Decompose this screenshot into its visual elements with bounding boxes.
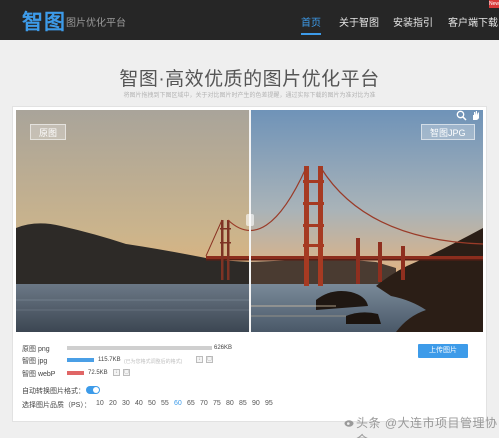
quality-option[interactable]: 70 [200, 400, 208, 407]
download-jpg-icon[interactable]: ↓ [196, 356, 203, 363]
quality-option[interactable]: 30 [122, 400, 130, 407]
download-webp-icon[interactable]: ↓ [113, 369, 120, 376]
nav-client-download[interactable]: 客户端下载 [448, 14, 498, 29]
quality-option[interactable]: 85 [239, 400, 247, 407]
preview-webp-icon[interactable]: ▢ [123, 369, 130, 376]
weibo-logo-icon [344, 420, 354, 427]
optimized-image-tag: 智图JPG [421, 124, 475, 140]
watermark: 头条 @大连市项目管理协会 [356, 416, 498, 438]
image-compare-area[interactable]: 原图 智图JPG [16, 110, 483, 332]
top-navigation-bar: 智图 图片优化平台 首页 关于智图 安装指引 客户端下载 New [0, 0, 499, 40]
result-bar-fill-webp [67, 371, 84, 375]
result-label-original: 原图 png [22, 346, 50, 353]
compare-slider-handle[interactable] [246, 110, 254, 332]
result-label-jpg: 智图 jpg [22, 358, 48, 365]
nav-about[interactable]: 关于智图 [339, 14, 379, 29]
result-size-original: 626KB [214, 345, 233, 351]
quality-option[interactable]: 75 [213, 400, 221, 407]
quality-option[interactable]: 95 [265, 400, 273, 407]
quality-option[interactable]: 80 [226, 400, 234, 407]
hand-drag-icon[interactable] [470, 110, 481, 121]
nav-home[interactable]: 首页 [301, 14, 321, 35]
quality-option[interactable]: 40 [135, 400, 143, 407]
result-bar-fill-jpg [67, 358, 94, 362]
page-title: 智图·高效优质的图片优化平台 [119, 69, 380, 90]
quality-option[interactable]: 55 [161, 400, 169, 407]
original-image-tag: 原图 [30, 124, 67, 140]
result-label-webp: 智图 webP [22, 371, 56, 378]
quality-option[interactable]: 50 [148, 400, 156, 407]
quality-option[interactable]: 65 [187, 400, 195, 407]
quality-option[interactable]: 20 [109, 400, 117, 407]
quality-option[interactable]: 90 [252, 400, 260, 407]
quality-label: 选择图片品质（PS）： [22, 402, 91, 409]
new-badge: New [489, 0, 499, 8]
result-hint-jpg: (已为您格式调整后的格式) [124, 359, 183, 365]
zoom-icon[interactable] [456, 110, 467, 121]
quality-option[interactable]: 60 [174, 400, 182, 407]
nav-install-guide[interactable]: 安装指引 [393, 14, 433, 29]
preview-jpg-icon[interactable]: ▢ [206, 356, 213, 363]
slider-grip[interactable] [246, 214, 254, 226]
quality-option[interactable]: 10 [96, 400, 104, 407]
result-size-webp: 72.5KB [88, 370, 108, 376]
page-subtitle: 将图片拖拽到下图区域中，关于对比图片时产生的色差提醒，通过实际下载的图片为准对比… [123, 93, 376, 99]
logo-slogan: 图片优化平台 [66, 18, 126, 29]
auto-convert-label: 自动转换图片格式： [22, 388, 85, 395]
result-bar-original [67, 346, 212, 350]
result-bar-fill-original [67, 346, 212, 350]
auto-convert-toggle[interactable] [86, 386, 100, 394]
upload-image-button[interactable]: 上传图片 [418, 344, 468, 358]
logo[interactable]: 智图 [22, 6, 66, 36]
result-size-jpg: 115.7KB [98, 357, 121, 363]
